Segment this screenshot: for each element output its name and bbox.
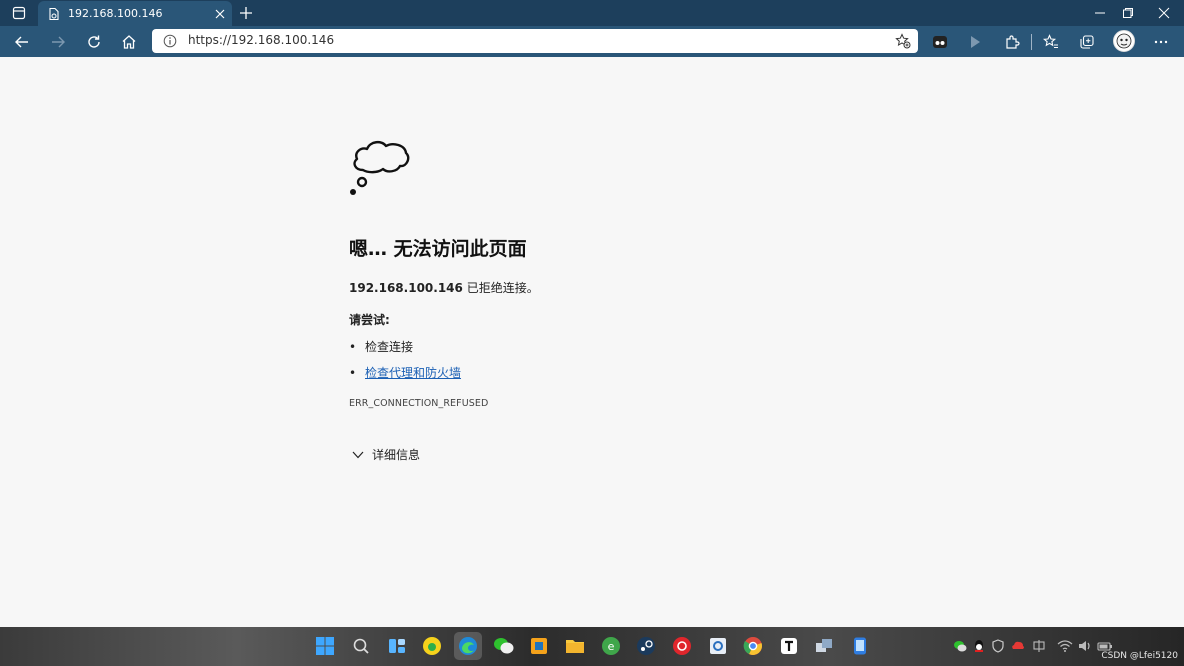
tab-title: 192.168.100.146	[68, 7, 163, 20]
widgets-icon[interactable]	[383, 632, 411, 660]
forward-button[interactable]	[44, 28, 72, 55]
favorites-icon[interactable]	[1038, 29, 1064, 54]
tray-volume-icon[interactable]	[1077, 638, 1093, 654]
error-code: ERR_CONNECTION_REFUSED	[349, 398, 489, 409]
tab-actions-icon	[12, 6, 26, 20]
wechat-icon[interactable]	[490, 632, 518, 660]
steam-icon[interactable]	[632, 632, 660, 660]
error-title: 嗯… 无法访问此页面	[349, 238, 527, 260]
tray-cloud-icon[interactable]	[1010, 638, 1026, 654]
suggestion-item: • 检查代理和防火墙	[349, 364, 461, 381]
close-window-button[interactable]	[1146, 0, 1182, 26]
back-button[interactable]	[8, 28, 36, 55]
restore-icon	[1123, 8, 1133, 18]
home-icon	[122, 34, 136, 49]
qq-music-icon[interactable]	[418, 632, 446, 660]
file-explorer-icon[interactable]	[561, 632, 589, 660]
arrow-right-icon	[52, 36, 65, 47]
typora-icon[interactable]	[775, 632, 803, 660]
taskbar: e	[0, 627, 1184, 666]
svg-text:e: e	[608, 640, 615, 653]
windows-start-icon[interactable]	[311, 632, 339, 660]
arrow-left-icon	[15, 36, 28, 47]
tab-close-icon[interactable]	[210, 4, 230, 24]
tray-qq-icon[interactable]	[971, 638, 987, 654]
tray-input-method-icon[interactable]	[1031, 638, 1047, 654]
tray-network-icon[interactable]	[1057, 638, 1073, 654]
play-extension-icon[interactable]	[962, 29, 988, 54]
details-label: 详细信息	[372, 448, 421, 462]
settings-app-icon[interactable]	[704, 632, 732, 660]
home-button[interactable]	[115, 28, 143, 55]
settings-more-icon[interactable]	[1148, 29, 1174, 54]
error-description: 192.168.100.146 已拒绝连接。	[349, 279, 539, 296]
new-tab-button[interactable]	[234, 2, 258, 24]
browser-toolbar: https://192.168.100.146	[0, 26, 1184, 57]
chevron-down-icon	[350, 448, 366, 462]
close-icon	[1158, 7, 1170, 19]
chrome-icon[interactable]	[739, 632, 767, 660]
browser-e-icon[interactable]: e	[597, 632, 625, 660]
tab-actions-button[interactable]	[6, 2, 32, 24]
error-host: 192.168.100.146	[349, 281, 463, 295]
minimize-icon	[1095, 12, 1105, 14]
suggestion-check-connection: 检查连接	[365, 340, 414, 354]
error-refused-text: 已拒绝连接。	[462, 281, 539, 295]
remote-desktop-icon[interactable]	[525, 632, 553, 660]
add-favorite-icon[interactable]	[894, 32, 912, 50]
page-content: 嗯… 无法访问此页面 192.168.100.146 已拒绝连接。 请尝试: •…	[0, 57, 1184, 627]
tab-active[interactable]: 192.168.100.146	[38, 1, 232, 26]
title-bar: 192.168.100.146	[0, 0, 1184, 26]
tray-security-icon[interactable]	[990, 638, 1006, 654]
suggestion-item: • 检查连接	[349, 338, 413, 355]
address-url[interactable]: https://192.168.100.146	[188, 33, 334, 47]
details-toggle[interactable]: 详细信息	[350, 446, 420, 463]
profile-avatar[interactable]	[1113, 30, 1135, 52]
extensions-puzzle-icon[interactable]	[999, 29, 1025, 54]
suggestion-proxy-firewall-link[interactable]: 检查代理和防火墙	[365, 364, 461, 381]
page-error-icon	[46, 6, 62, 22]
tray-wechat-icon[interactable]	[952, 638, 968, 654]
phone-link-icon[interactable]	[846, 632, 874, 660]
bullet-icon: •	[349, 365, 357, 380]
try-label: 请尝试:	[349, 313, 390, 327]
avatar-face-icon	[1116, 33, 1132, 49]
edge-icon[interactable]	[454, 632, 482, 660]
bullet-icon: •	[349, 339, 357, 354]
network-tool-icon[interactable]	[810, 632, 838, 660]
plus-icon	[240, 7, 252, 19]
netease-music-icon[interactable]	[668, 632, 696, 660]
refresh-icon	[88, 35, 100, 48]
toolbar-divider	[1031, 34, 1032, 50]
refresh-button[interactable]	[80, 28, 108, 55]
maximize-button[interactable]	[1110, 0, 1146, 26]
thought-cloud-icon	[350, 141, 410, 195]
watermark-text: CSDN @Lfei5120	[1101, 651, 1178, 661]
extension-mask-icon[interactable]	[927, 29, 953, 54]
address-bar[interactable]: https://192.168.100.146	[152, 29, 918, 53]
site-info-icon[interactable]	[162, 33, 178, 49]
search-icon[interactable]	[347, 632, 375, 660]
collections-icon[interactable]	[1074, 29, 1100, 54]
